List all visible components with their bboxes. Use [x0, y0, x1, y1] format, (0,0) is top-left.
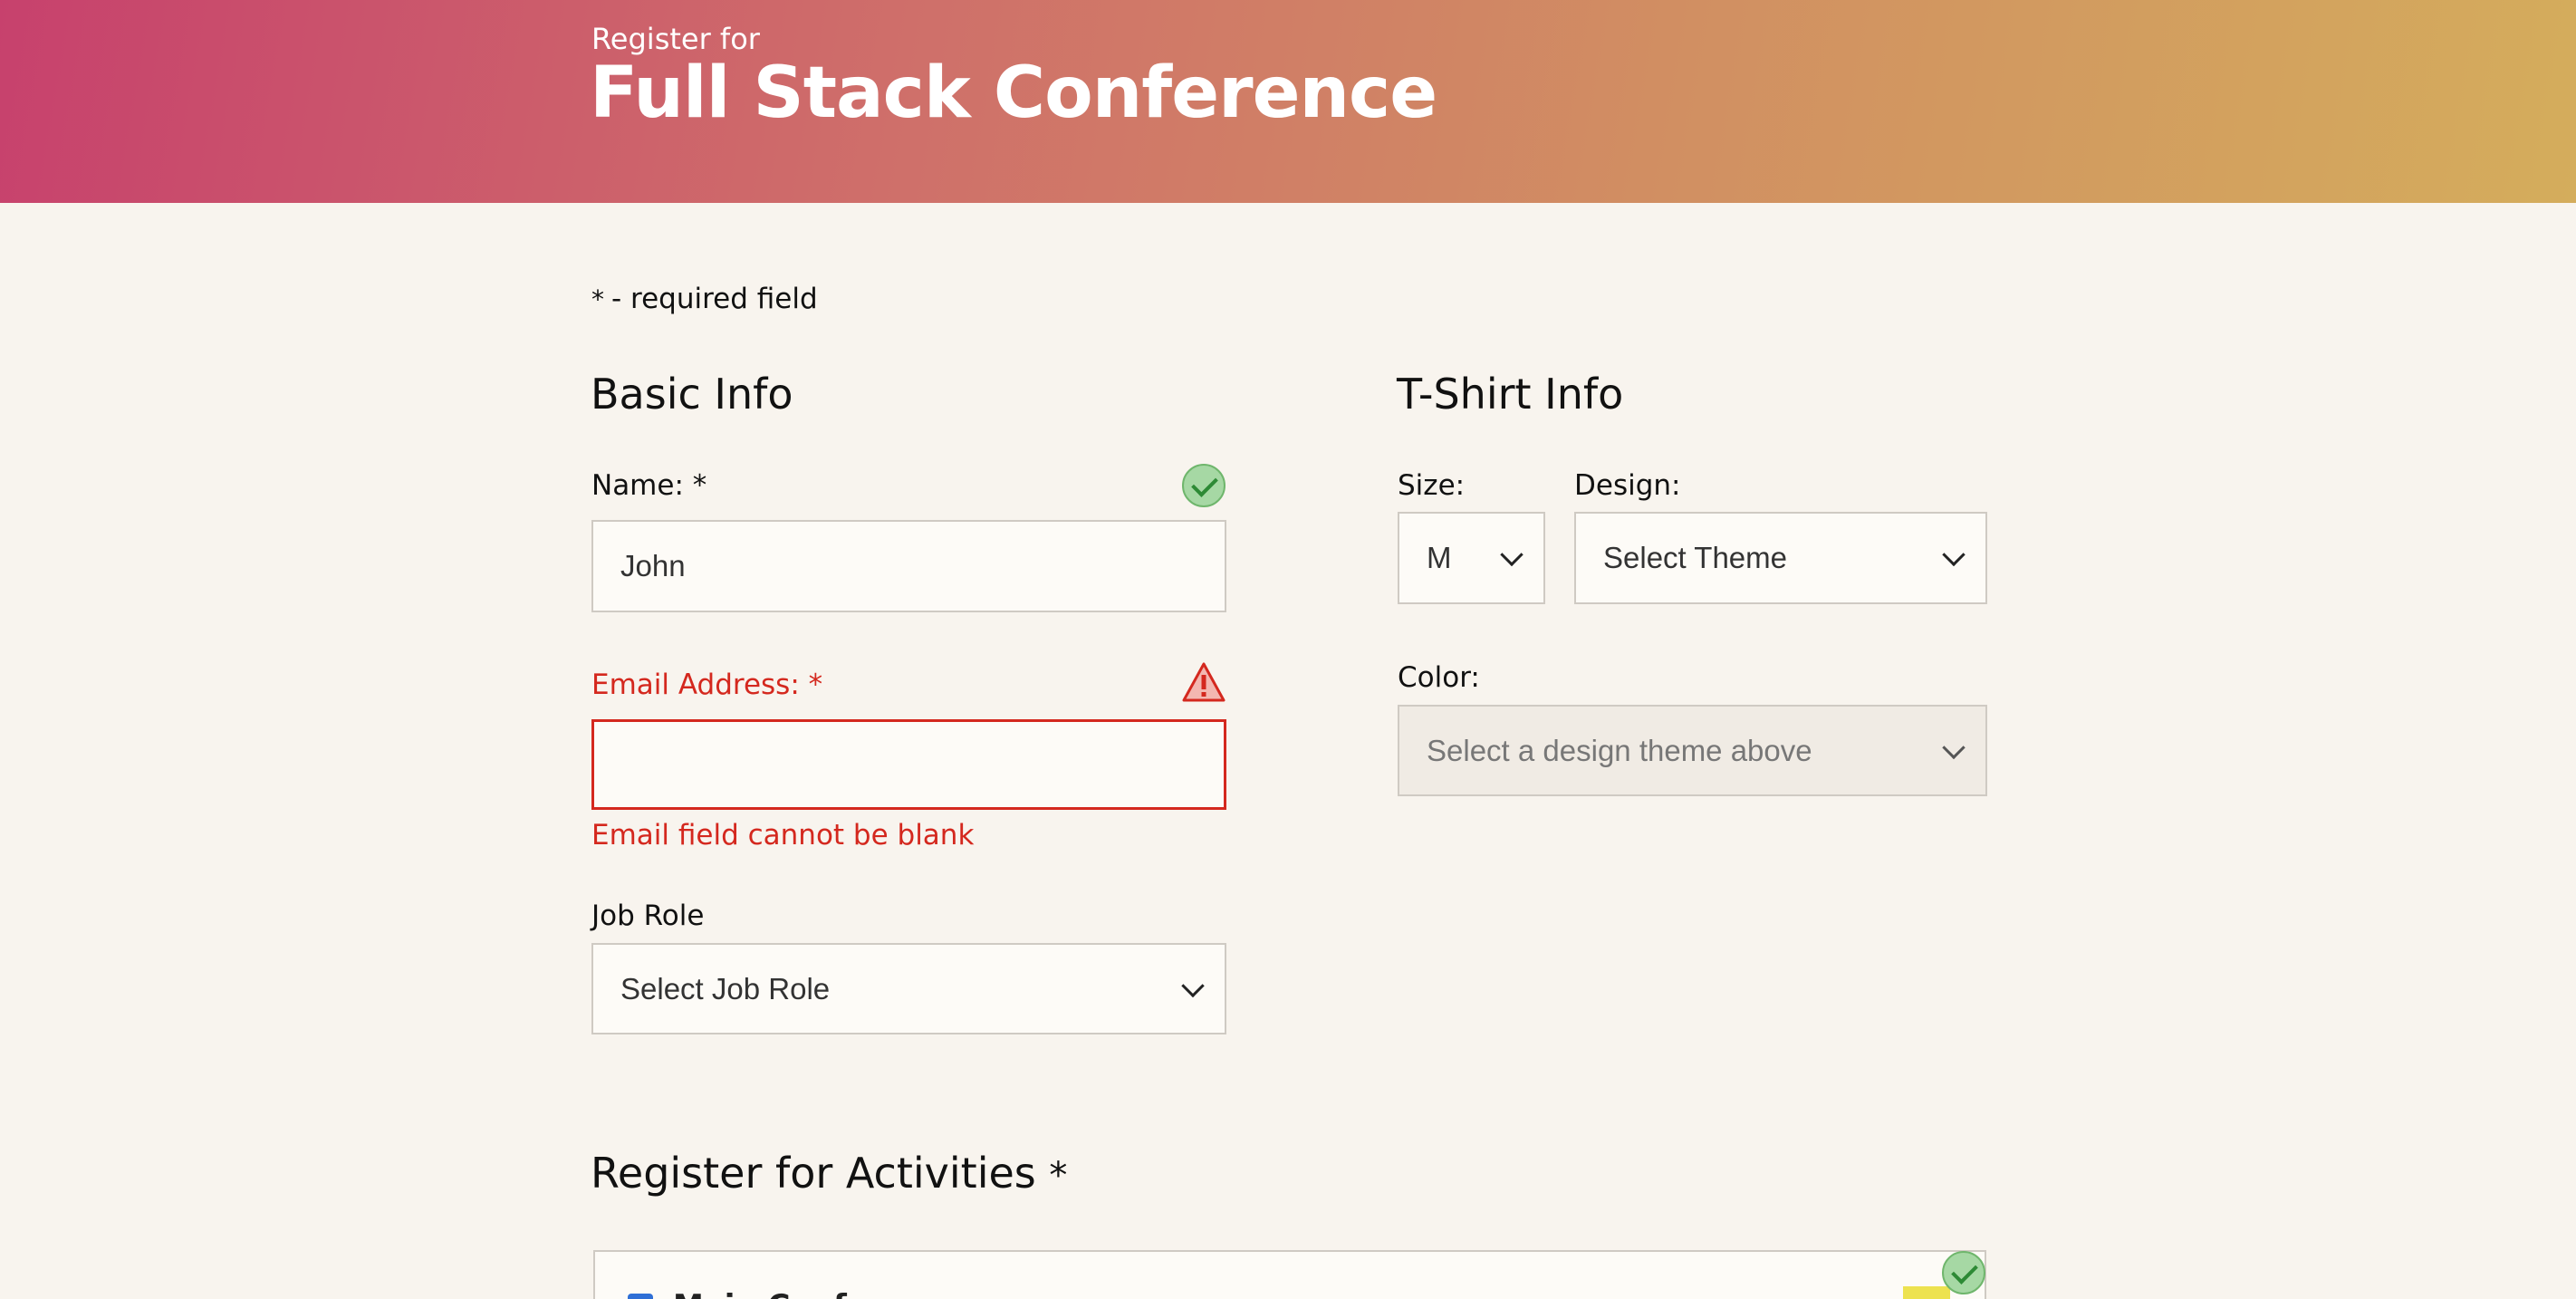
- chevron-down-icon: [1942, 543, 1966, 567]
- required-asterisk: *: [591, 284, 604, 314]
- color-label: Color:: [1398, 661, 1480, 694]
- job-role-select[interactable]: Select Job Role: [591, 943, 1226, 1034]
- chevron-down-icon: [1942, 736, 1966, 759]
- required-note-text: - required field: [611, 283, 818, 315]
- header-subtitle: Register for: [591, 22, 760, 56]
- required-field-note: * - required field: [591, 283, 818, 315]
- required-asterisk: *: [1049, 1155, 1068, 1197]
- page-title: Full Stack Conference: [590, 53, 1437, 134]
- size-selected-value: M: [1427, 541, 1452, 574]
- warning-triangle-icon: [1182, 662, 1226, 702]
- chevron-down-icon: [1500, 543, 1523, 567]
- color-select: Select a design theme above: [1398, 705, 1987, 796]
- design-selected-value: Select Theme: [1603, 541, 1787, 574]
- activities-heading-text: Register for Activities: [591, 1149, 1036, 1198]
- check-circle-icon: [1182, 464, 1226, 507]
- main-conference-label[interactable]: Main Conf: [673, 1288, 847, 1299]
- chevron-down-icon: [1181, 974, 1205, 997]
- main-conference-checkbox[interactable]: [628, 1294, 653, 1299]
- name-input[interactable]: John: [591, 520, 1226, 612]
- design-select[interactable]: Select Theme: [1574, 512, 1987, 604]
- size-select[interactable]: M: [1398, 512, 1545, 604]
- job-role-selected-value: Select Job Role: [620, 971, 831, 1006]
- activities-fieldset: Main Conf: [593, 1250, 1986, 1299]
- tshirt-info-heading: T-Shirt Info: [1397, 370, 1624, 419]
- name-label: Name: *: [591, 469, 707, 502]
- highlight-marker: [1903, 1286, 1950, 1299]
- design-label: Design:: [1574, 469, 1681, 502]
- color-selected-value: Select a design theme above: [1427, 733, 1812, 767]
- page-header: Register for Full Stack Conference: [0, 0, 2576, 203]
- check-circle-icon: [1942, 1251, 1985, 1294]
- email-input[interactable]: [591, 719, 1226, 810]
- activities-heading: Register for Activities *: [591, 1149, 1067, 1198]
- email-error-message: Email field cannot be blank: [591, 819, 975, 852]
- email-label: Email Address: *: [591, 669, 823, 701]
- size-label: Size:: [1398, 469, 1466, 502]
- job-role-label: Job Role: [591, 900, 705, 932]
- basic-info-heading: Basic Info: [591, 370, 793, 419]
